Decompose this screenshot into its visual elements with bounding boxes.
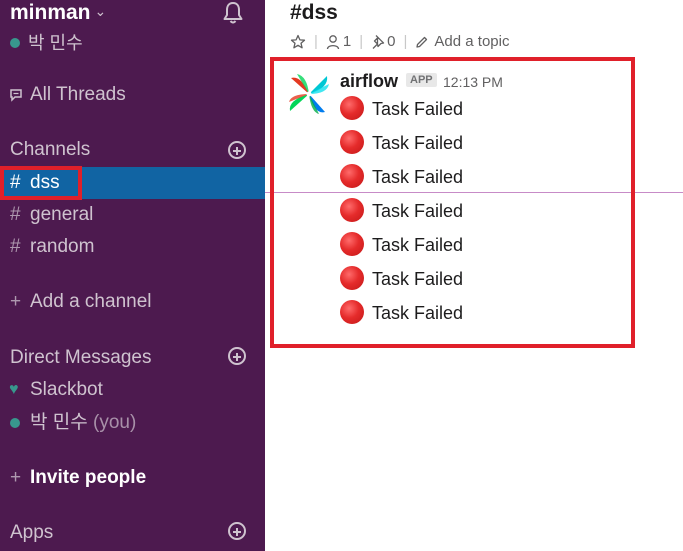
pin-count: 0 [387, 33, 396, 50]
invite-people-button[interactable]: + Invite people [0, 462, 265, 494]
highlight-box-channel [0, 166, 82, 200]
pins-button[interactable]: 0 [371, 33, 396, 50]
add-dm-plus-icon[interactable] [228, 347, 246, 365]
dm-item-self[interactable]: 박 민수 (you) [0, 407, 265, 439]
user-name: 박 민수 [28, 33, 83, 53]
plus-icon: + [10, 467, 22, 488]
all-threads-label: All Threads [30, 84, 126, 105]
channels-header[interactable]: Channels [10, 139, 90, 161]
star-icon[interactable] [290, 34, 306, 50]
pencil-icon [416, 36, 428, 48]
pin-icon [372, 34, 385, 49]
apps-header[interactable]: Apps [10, 522, 53, 544]
divider: | [403, 33, 408, 50]
highlight-box-message [270, 57, 635, 348]
member-count: 1 [342, 33, 352, 50]
channel-meta: | 1 | 0 | Add a topic [290, 33, 509, 50]
threads-icon [10, 89, 22, 102]
user-status[interactable]: 박 민수 [10, 29, 83, 55]
sidebar-item-random[interactable]: # random [0, 231, 265, 263]
add-topic-button[interactable]: Add a topic [415, 33, 509, 50]
add-channel-label: Add a channel [30, 291, 152, 312]
workspace-name: minman [10, 1, 91, 24]
add-channel-button[interactable]: + Add a channel [0, 286, 265, 318]
channel-label: random [30, 236, 95, 257]
person-icon [326, 34, 340, 49]
plus-icon: + [10, 291, 22, 312]
divider: | [359, 33, 364, 50]
dm-item-slackbot[interactable]: ♥ Slackbot [0, 374, 265, 406]
sidebar: minman ⌄ 박 민수 All Threads Channels # dss … [0, 0, 265, 551]
bell-icon[interactable] [220, 0, 246, 26]
direct-messages-header[interactable]: Direct Messages [10, 347, 152, 369]
hash-icon: # [10, 236, 21, 257]
members-button[interactable]: 1 [326, 33, 351, 50]
presence-dot [10, 38, 20, 48]
presence-dot [10, 418, 20, 428]
chevron-down-icon: ⌄ [94, 3, 107, 19]
add-channel-plus-icon[interactable] [228, 141, 246, 159]
dm-label: Slackbot [30, 379, 103, 400]
add-topic-label: Add a topic [434, 33, 510, 50]
dm-label: 박 민수 (you) [30, 412, 137, 433]
channel-title: #dss [290, 1, 338, 24]
all-threads-item[interactable]: All Threads [0, 79, 265, 111]
add-app-plus-icon[interactable] [228, 522, 246, 540]
sidebar-item-general[interactable]: # general [0, 199, 265, 231]
heart-icon: ♥ [9, 381, 19, 398]
channel-label: general [30, 204, 94, 225]
hash-icon: # [10, 204, 21, 225]
divider: | [314, 33, 318, 50]
you-suffix: (you) [93, 412, 137, 433]
workspace-switcher[interactable]: minman ⌄ [10, 1, 106, 25]
invite-label: Invite people [30, 467, 147, 488]
